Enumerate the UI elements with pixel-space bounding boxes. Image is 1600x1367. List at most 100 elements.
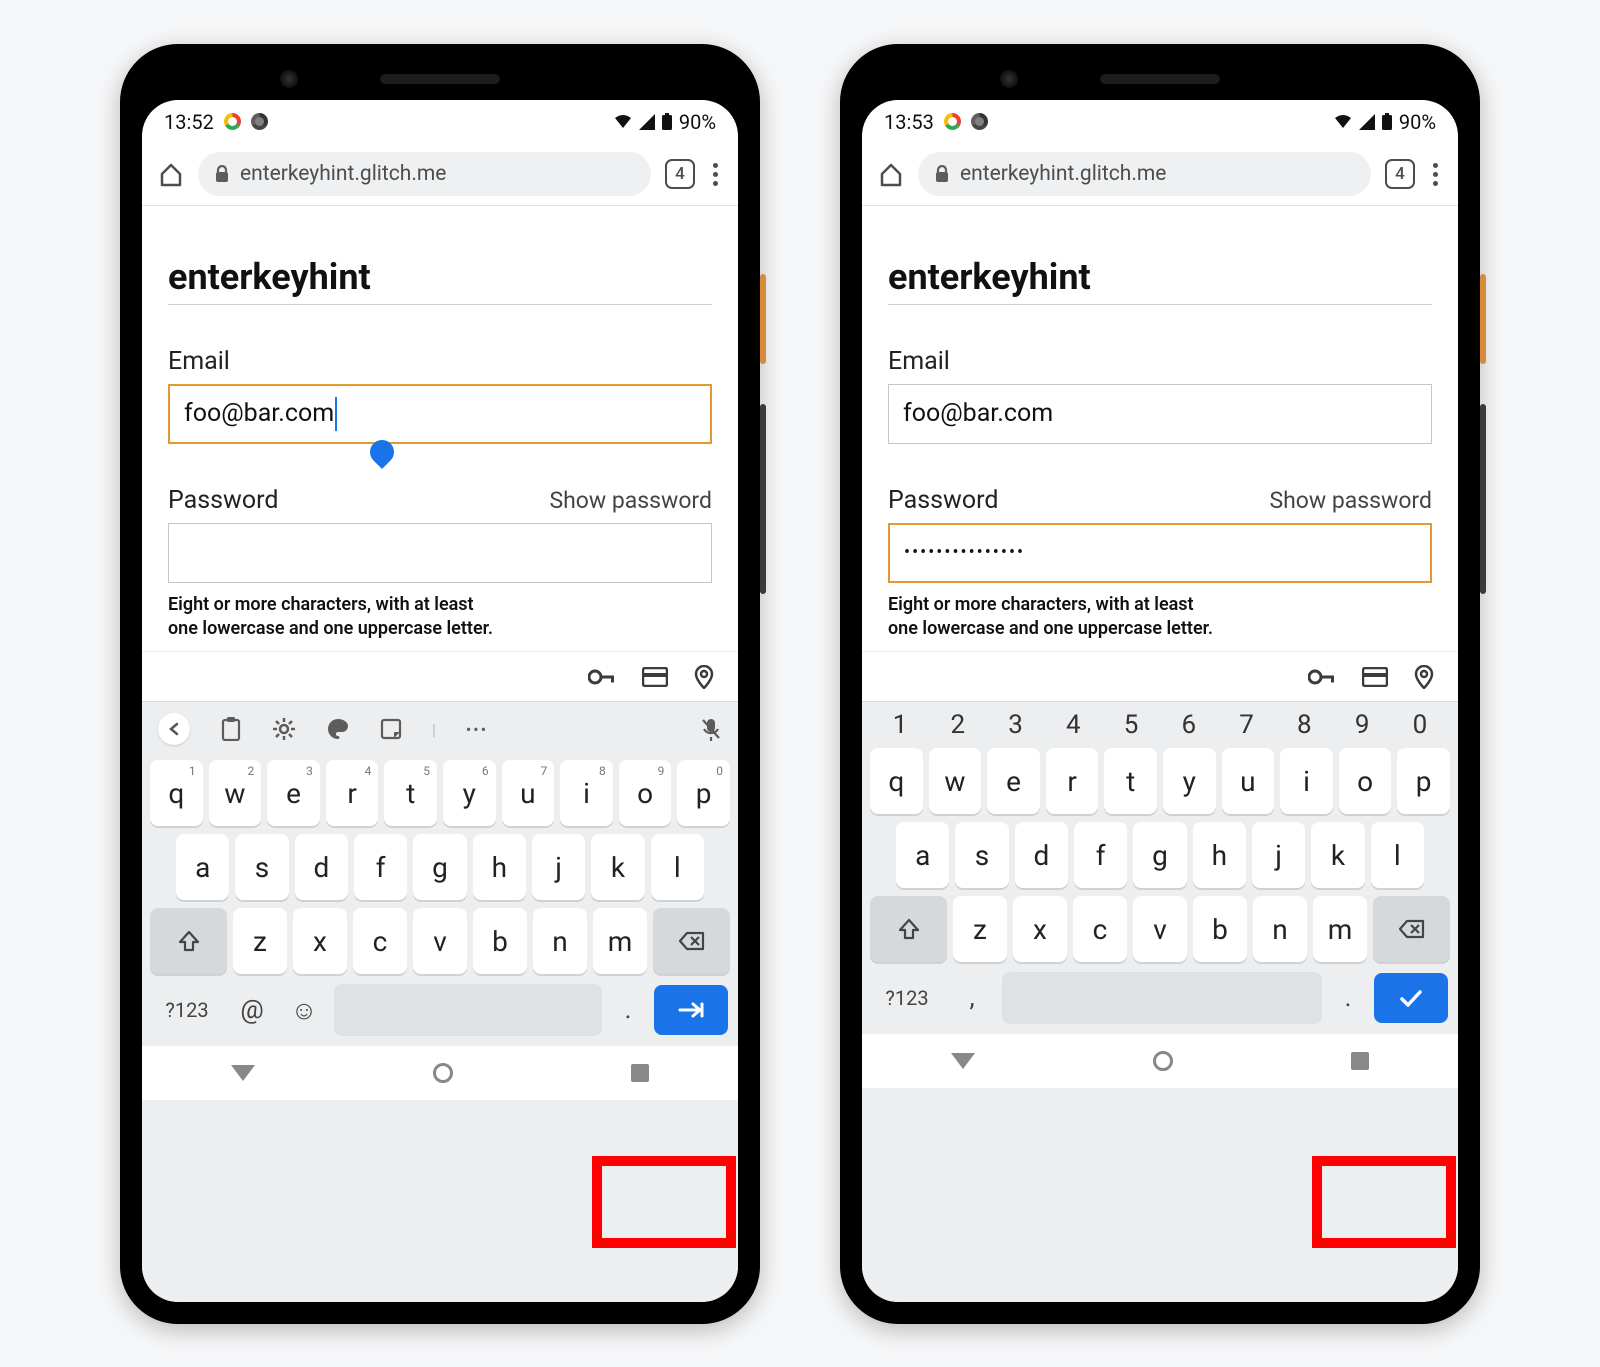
- key-o[interactable]: o9: [619, 760, 672, 826]
- numkey-5[interactable]: 5: [1107, 710, 1155, 740]
- key-p[interactable]: p: [1397, 748, 1450, 814]
- key-y[interactable]: y: [1163, 748, 1216, 814]
- key-y[interactable]: y6: [443, 760, 496, 826]
- key-f[interactable]: f: [354, 834, 407, 900]
- tab-count[interactable]: 4: [1385, 159, 1415, 189]
- numkey-2[interactable]: 2: [934, 710, 982, 740]
- key-q[interactable]: q: [870, 748, 923, 814]
- key-t[interactable]: t5: [384, 760, 437, 826]
- shift-key[interactable]: [150, 908, 227, 974]
- key-z[interactable]: z: [953, 896, 1007, 962]
- symbols-key[interactable]: ?123: [872, 986, 942, 1010]
- key-i[interactable]: i8: [560, 760, 613, 826]
- key-x[interactable]: x: [1013, 896, 1067, 962]
- key-g[interactable]: g: [413, 834, 466, 900]
- key-v[interactable]: v: [413, 908, 467, 974]
- home-icon[interactable]: [158, 161, 184, 187]
- numkey-0[interactable]: 0: [1396, 710, 1444, 740]
- power-button[interactable]: [760, 274, 766, 364]
- overflow-menu-icon[interactable]: [709, 163, 722, 186]
- comma-key[interactable]: ,: [950, 983, 994, 1013]
- url-bar[interactable]: enterkeyhint.glitch.me: [198, 152, 651, 196]
- numkey-8[interactable]: 8: [1280, 710, 1328, 740]
- clipboard-icon[interactable]: [220, 717, 242, 741]
- key-u[interactable]: u: [1222, 748, 1275, 814]
- enter-key-done[interactable]: [1374, 973, 1448, 1023]
- key-a[interactable]: a: [176, 834, 229, 900]
- email-input[interactable]: foo@bar.com: [168, 384, 712, 444]
- period-key[interactable]: .: [1330, 983, 1366, 1013]
- backspace-key[interactable]: [653, 908, 730, 974]
- key-icon[interactable]: [588, 668, 616, 686]
- key-t[interactable]: t: [1104, 748, 1157, 814]
- key-p[interactable]: p0: [677, 760, 730, 826]
- kbd-back-icon[interactable]: [158, 713, 190, 745]
- url-bar[interactable]: enterkeyhint.glitch.me: [918, 152, 1371, 196]
- tab-count[interactable]: 4: [665, 159, 695, 189]
- show-password-toggle[interactable]: Show password: [1269, 487, 1432, 514]
- nav-recent-icon[interactable]: [631, 1064, 649, 1082]
- location-icon[interactable]: [694, 665, 714, 689]
- nav-back-icon[interactable]: [231, 1065, 255, 1081]
- email-input[interactable]: foo@bar.com: [888, 384, 1432, 444]
- space-key[interactable]: [334, 984, 602, 1036]
- key-z[interactable]: z: [233, 908, 287, 974]
- key-s[interactable]: s: [955, 822, 1008, 888]
- shift-key[interactable]: [870, 896, 947, 962]
- key-b[interactable]: b: [1193, 896, 1247, 962]
- key-x[interactable]: x: [293, 908, 347, 974]
- backspace-key[interactable]: [1373, 896, 1450, 962]
- numkey-7[interactable]: 7: [1223, 710, 1271, 740]
- show-password-toggle[interactable]: Show password: [549, 487, 712, 514]
- gear-icon[interactable]: [272, 717, 296, 741]
- nav-home-icon[interactable]: [433, 1063, 453, 1083]
- key-n[interactable]: n: [533, 908, 587, 974]
- volume-button[interactable]: [1480, 404, 1486, 594]
- at-key[interactable]: @: [230, 995, 274, 1025]
- sticker-icon[interactable]: [380, 718, 402, 740]
- key-n[interactable]: n: [1253, 896, 1307, 962]
- key-h[interactable]: h: [1193, 822, 1246, 888]
- card-icon[interactable]: [1362, 667, 1388, 687]
- card-icon[interactable]: [642, 667, 668, 687]
- key-f[interactable]: f: [1074, 822, 1127, 888]
- key-k[interactable]: k: [1311, 822, 1364, 888]
- key-m[interactable]: m: [593, 908, 647, 974]
- key-o[interactable]: o: [1339, 748, 1392, 814]
- nav-recent-icon[interactable]: [1351, 1052, 1369, 1070]
- space-key[interactable]: [1002, 972, 1322, 1024]
- key-g[interactable]: g: [1133, 822, 1186, 888]
- key-s[interactable]: s: [235, 834, 288, 900]
- numkey-1[interactable]: 1: [876, 710, 924, 740]
- symbols-key[interactable]: ?123: [152, 998, 222, 1022]
- key-a[interactable]: a: [896, 822, 949, 888]
- location-icon[interactable]: [1414, 665, 1434, 689]
- password-input[interactable]: •••••••••••••••: [888, 523, 1432, 583]
- key-h[interactable]: h: [473, 834, 526, 900]
- key-c[interactable]: c: [353, 908, 407, 974]
- key-e[interactable]: e: [987, 748, 1040, 814]
- key-l[interactable]: l: [1371, 822, 1424, 888]
- key-d[interactable]: d: [1015, 822, 1068, 888]
- numkey-4[interactable]: 4: [1049, 710, 1097, 740]
- nav-back-icon[interactable]: [951, 1053, 975, 1069]
- power-button[interactable]: [1480, 274, 1486, 364]
- more-icon[interactable]: •••: [466, 720, 488, 739]
- key-v[interactable]: v: [1133, 896, 1187, 962]
- key-u[interactable]: u7: [502, 760, 555, 826]
- key-icon[interactable]: [1308, 668, 1336, 686]
- key-b[interactable]: b: [473, 908, 527, 974]
- key-k[interactable]: k: [591, 834, 644, 900]
- key-m[interactable]: m: [1313, 896, 1367, 962]
- key-j[interactable]: j: [532, 834, 585, 900]
- caret-handle[interactable]: [365, 435, 399, 469]
- numkey-3[interactable]: 3: [992, 710, 1040, 740]
- password-input[interactable]: [168, 523, 712, 583]
- key-l[interactable]: l: [651, 834, 704, 900]
- key-i[interactable]: i: [1280, 748, 1333, 814]
- emoji-key[interactable]: ☺: [282, 995, 326, 1026]
- key-r[interactable]: r: [1046, 748, 1099, 814]
- key-q[interactable]: q1: [150, 760, 203, 826]
- overflow-menu-icon[interactable]: [1429, 163, 1442, 186]
- key-e[interactable]: e3: [267, 760, 320, 826]
